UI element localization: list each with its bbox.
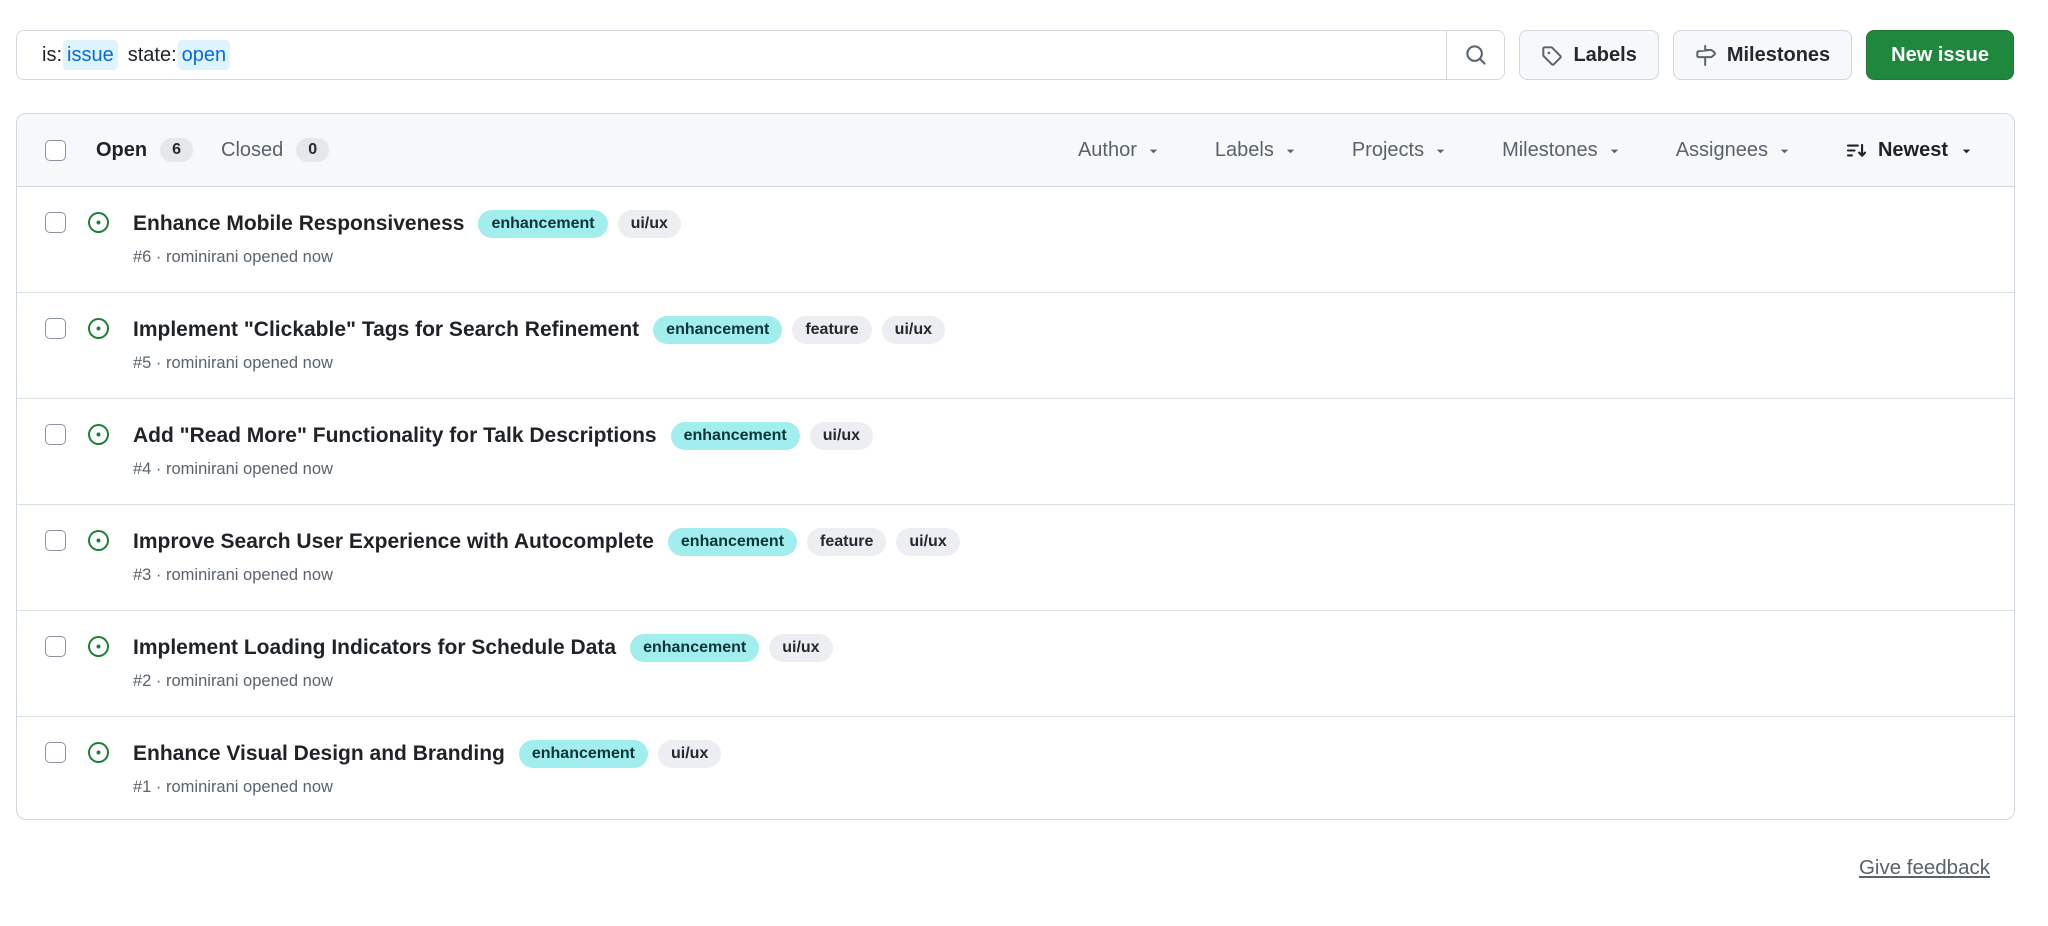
issue-row: Add "Read More" Functionality for Talk D… [17, 399, 2014, 505]
label-feature[interactable]: feature [792, 316, 871, 344]
filter-milestones[interactable]: Milestones [1502, 139, 1622, 162]
give-feedback-link[interactable]: Give feedback [1859, 856, 1990, 879]
issue-title-link[interactable]: Enhance Mobile Responsiveness [133, 212, 464, 236]
issue-row: Implement "Clickable" Tags for Search Re… [17, 293, 2014, 399]
issue-title-link[interactable]: Implement "Clickable" Tags for Search Re… [133, 318, 639, 342]
issue-checkbox[interactable] [45, 742, 66, 763]
issue-checkbox[interactable] [45, 318, 66, 339]
milestones-button-label: Milestones [1727, 44, 1830, 67]
caret-down-icon [1283, 143, 1298, 158]
label-uiux[interactable]: ui/ux [769, 634, 832, 662]
issue-row-main: Add "Read More" Functionality for Talk D… [133, 422, 1990, 479]
closed-count-badge: 0 [296, 138, 329, 162]
tab-closed-label: Closed [221, 139, 283, 162]
filter-projects[interactable]: Projects [1352, 139, 1448, 162]
issue-row: Implement Loading Indicators for Schedul… [17, 611, 2014, 717]
issue-meta: #5 · rominirani opened now [133, 354, 1990, 373]
issue-title-link[interactable]: Add "Read More" Functionality for Talk D… [133, 424, 657, 448]
issue-checkbox[interactable] [45, 530, 66, 551]
new-issue-button[interactable]: New issue [1866, 30, 2014, 80]
sort-descending-icon [1846, 140, 1867, 161]
search-term-qualifier: open [178, 40, 231, 70]
caret-down-icon [1433, 143, 1448, 158]
sort-label: Newest [1878, 139, 1948, 162]
label-uiux[interactable]: ui/ux [896, 528, 959, 556]
issues-toolbar: is:issue state:open Labels Milestones New… [0, 0, 2048, 80]
tab-open-label: Open [96, 139, 147, 162]
label-enhancement[interactable]: enhancement [519, 740, 648, 768]
search-term-plain: state: [127, 40, 178, 70]
labels-button[interactable]: Labels [1519, 30, 1658, 80]
tab-closed[interactable]: Closed 0 [221, 138, 329, 162]
filter-dropdowns: Author Labels Projects Milestones Assign… [1078, 139, 1974, 162]
filter-milestones-label: Milestones [1502, 139, 1598, 162]
issue-row-main: Enhance Mobile Responsiveness enhancemen… [133, 210, 1990, 267]
issue-opened-icon [88, 212, 109, 233]
open-count-badge: 6 [160, 138, 193, 162]
caret-down-icon [1959, 143, 1974, 158]
filter-projects-label: Projects [1352, 139, 1424, 162]
issue-opened-icon [88, 530, 109, 551]
label-enhancement[interactable]: enhancement [668, 528, 797, 556]
milestone-icon [1695, 45, 1716, 66]
label-uiux[interactable]: ui/ux [658, 740, 721, 768]
issue-meta: #2 · rominirani opened now [133, 672, 1990, 691]
search-icon [1465, 44, 1487, 66]
issue-checkbox[interactable] [45, 212, 66, 233]
search-term-plain: is: [41, 40, 63, 70]
issue-meta: #3 · rominirani opened now [133, 566, 1990, 585]
issue-row-main: Implement "Clickable" Tags for Search Re… [133, 316, 1990, 373]
issue-row-main: Enhance Visual Design and Branding enhan… [133, 740, 1990, 797]
search-input[interactable]: is:issue state:open [17, 31, 1446, 79]
tab-open[interactable]: Open 6 [96, 138, 193, 162]
issue-opened-icon [88, 424, 109, 445]
label-enhancement[interactable]: enhancement [630, 634, 759, 662]
label-enhancement[interactable]: enhancement [671, 422, 800, 450]
filter-author-label: Author [1078, 139, 1137, 162]
filter-labels-label: Labels [1215, 139, 1274, 162]
new-issue-button-label: New issue [1891, 44, 1989, 67]
sort-dropdown[interactable]: Newest [1846, 139, 1974, 162]
label-feature[interactable]: feature [807, 528, 886, 556]
issue-meta: #6 · rominirani opened now [133, 248, 1990, 267]
issue-row: Enhance Visual Design and Branding enhan… [17, 717, 2014, 819]
milestones-button[interactable]: Milestones [1673, 30, 1852, 80]
label-enhancement[interactable]: enhancement [478, 210, 607, 238]
label-uiux[interactable]: ui/ux [810, 422, 873, 450]
issue-title-link[interactable]: Improve Search User Experience with Auto… [133, 530, 654, 554]
labels-button-label: Labels [1573, 44, 1636, 67]
issue-row-main: Improve Search User Experience with Auto… [133, 528, 1990, 585]
issue-checkbox[interactable] [45, 424, 66, 445]
search-group: is:issue state:open [16, 30, 1505, 80]
issue-opened-icon [88, 742, 109, 763]
select-all-checkbox[interactable] [45, 140, 66, 161]
filter-assignees[interactable]: Assignees [1676, 139, 1792, 162]
feedback-bar: Give feedback [0, 856, 2048, 880]
issue-opened-icon [88, 636, 109, 657]
list-filter-bar: Open 6 Closed 0 Author Labels Projects M… [17, 114, 2014, 187]
issue-opened-icon [88, 318, 109, 339]
issue-row-main: Implement Loading Indicators for Schedul… [133, 634, 1990, 691]
issue-meta: #1 · rominirani opened now [133, 778, 1990, 797]
filter-assignees-label: Assignees [1676, 139, 1768, 162]
filter-author[interactable]: Author [1078, 139, 1161, 162]
search-button[interactable] [1446, 31, 1504, 79]
search-term-qualifier: issue [63, 40, 118, 70]
caret-down-icon [1777, 143, 1792, 158]
caret-down-icon [1607, 143, 1622, 158]
label-enhancement[interactable]: enhancement [653, 316, 782, 344]
issue-title-link[interactable]: Implement Loading Indicators for Schedul… [133, 636, 616, 660]
issue-meta: #4 · rominirani opened now [133, 460, 1990, 479]
issue-checkbox[interactable] [45, 636, 66, 657]
issue-title-link[interactable]: Enhance Visual Design and Branding [133, 742, 505, 766]
tag-icon [1541, 45, 1562, 66]
issues-list-card: Open 6 Closed 0 Author Labels Projects M… [16, 113, 2015, 820]
label-uiux[interactable]: ui/ux [882, 316, 945, 344]
issue-row: Improve Search User Experience with Auto… [17, 505, 2014, 611]
label-uiux[interactable]: ui/ux [618, 210, 681, 238]
filter-labels[interactable]: Labels [1215, 139, 1298, 162]
caret-down-icon [1146, 143, 1161, 158]
issue-row: Enhance Mobile Responsiveness enhancemen… [17, 187, 2014, 293]
